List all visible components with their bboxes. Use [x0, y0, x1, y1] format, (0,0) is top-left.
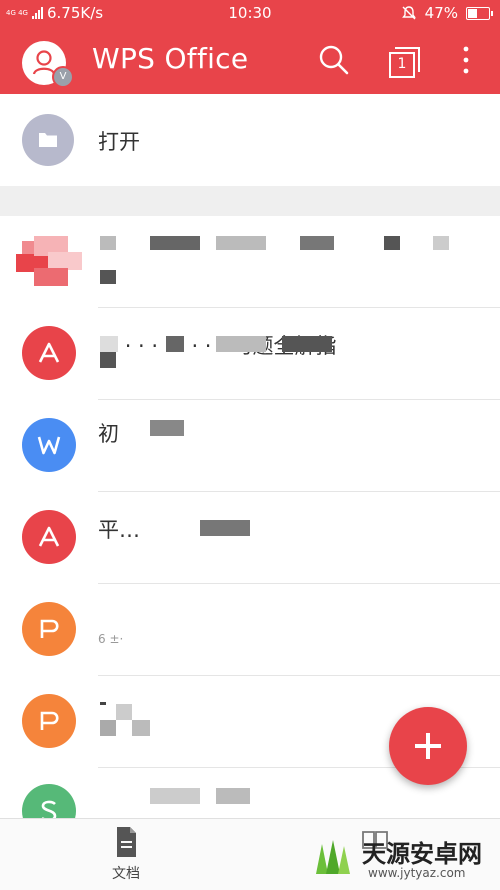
- file-row-1[interactable]: [0, 216, 500, 308]
- document-icon: [117, 827, 136, 857]
- file-row-5[interactable]: 6 ±·: [0, 584, 500, 676]
- app-bar: V WPS Office 1: [0, 28, 500, 94]
- file-name: 初: [98, 422, 119, 446]
- status-bar: 4G 4G 6.75K/s 10:30 47%: [0, 0, 500, 28]
- writer-file-icon: [22, 418, 76, 472]
- search-icon[interactable]: [316, 42, 352, 78]
- file-row-3[interactable]: 初: [0, 400, 500, 492]
- file-row-2[interactable]: · · · · · · · · · · 习题全解指: [0, 308, 500, 400]
- more-options-icon[interactable]: [448, 42, 484, 78]
- pdf-file-icon: [22, 510, 76, 564]
- section-divider: [0, 186, 500, 216]
- open-file-row[interactable]: 打开: [0, 94, 500, 186]
- tab-count: 1: [397, 56, 407, 72]
- file-row-4[interactable]: 平…: [0, 492, 500, 584]
- battery-icon: [466, 6, 493, 20]
- file-name: 平…: [98, 518, 140, 542]
- tab-docs[interactable]: 文档: [104, 819, 148, 890]
- pdf-file-icon: [22, 326, 76, 380]
- battery-percent: 47%: [424, 4, 458, 22]
- folder-icon: [39, 133, 57, 147]
- battery-level-fill: [468, 8, 477, 18]
- watermark-logo-icon: [316, 840, 350, 874]
- watermark-text: 天源安卓网: [362, 840, 482, 868]
- multi-tab-button[interactable]: 1: [386, 44, 422, 80]
- spreadsheet-file-icon: [22, 784, 76, 818]
- vip-badge: V: [52, 66, 74, 88]
- mute-bell-icon: [401, 6, 416, 20]
- file-subtitle: 6 ±·: [98, 632, 124, 646]
- open-folder-button: [22, 114, 74, 166]
- presentation-file-icon: [22, 694, 76, 748]
- presentation-file-icon: [22, 602, 76, 656]
- create-new-button[interactable]: [389, 707, 467, 785]
- watermark-url: www.jytyaz.com: [368, 866, 466, 880]
- app-title: WPS Office: [92, 42, 249, 75]
- tab-docs-label: 文档: [112, 866, 140, 882]
- open-label: 打开: [98, 130, 140, 154]
